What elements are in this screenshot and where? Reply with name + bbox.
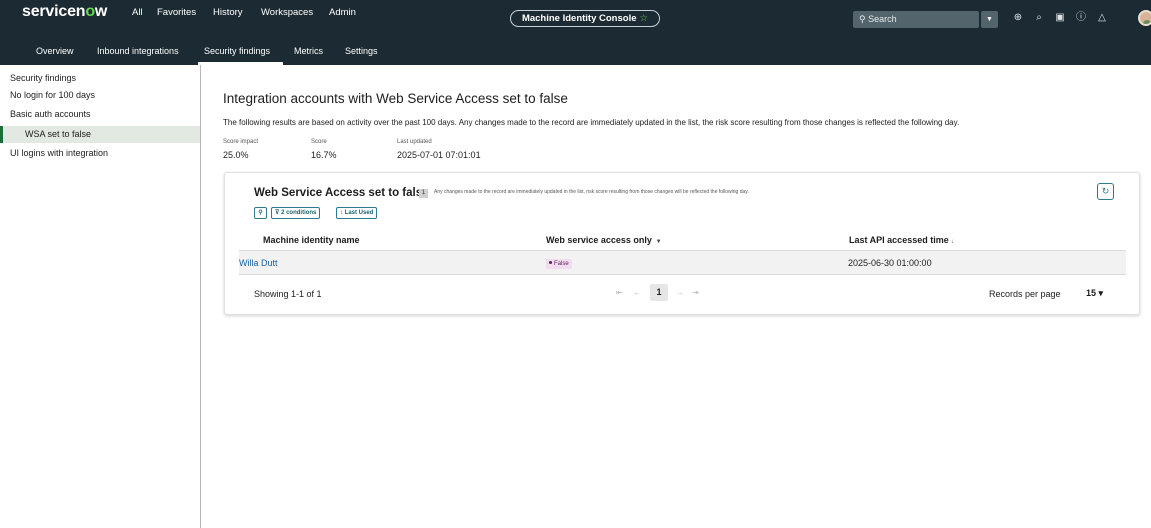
favorite-star-icon[interactable]: ☆ [640, 13, 649, 24]
announcements-icon[interactable]: ▣ [1054, 12, 1066, 24]
filter-conditions-button[interactable]: ⊽ 2 conditions [271, 207, 321, 219]
chat-icon[interactable]: ⌕ [1033, 12, 1045, 24]
next-page-icon[interactable]: → [676, 288, 684, 297]
sidebar-item-basic-auth-accounts[interactable]: Basic auth accounts [0, 106, 200, 123]
servicenow-logo[interactable]: servicenow [22, 3, 107, 21]
pagination-summary: Showing 1-1 of 1 [254, 289, 322, 299]
card-title: Web Service Access set to false [254, 187, 429, 199]
sidebar: Security findings No login for 100 days … [0, 65, 201, 528]
record-count-badge: 1 [419, 189, 428, 198]
filter-applied-icon: ▼ [653, 239, 662, 245]
card-note: Any changes made to the record are immed… [434, 189, 749, 195]
global-search-input[interactable]: ⚲ Search [853, 11, 979, 28]
tab-inbound-integrations[interactable]: Inbound integrations [97, 46, 179, 56]
globe-icon[interactable]: ⊕ [1012, 12, 1024, 24]
stat-score-label: Score [311, 139, 327, 145]
column-header-machine-identity-name[interactable]: Machine identity name [263, 235, 360, 245]
stat-last-updated-label: Last updated [397, 139, 432, 145]
active-tab-indicator [198, 62, 283, 65]
machine-identity-link[interactable]: Willa Dutt [239, 258, 278, 268]
sort-label: Last Used [344, 210, 374, 216]
sidebar-item-ui-logins-with-integration[interactable]: UI logins with integration [0, 145, 200, 162]
tab-metrics[interactable]: Metrics [294, 46, 323, 56]
sort-descending-icon: ↓ [950, 239, 954, 245]
column-header-label: Last API accessed time [849, 235, 949, 245]
tab-overview[interactable]: Overview [36, 46, 74, 56]
filter-conditions-label: 2 conditions [281, 210, 317, 216]
stat-last-updated-value: 2025-07-01 07:01:01 [397, 150, 481, 160]
records-per-page-value: 15 [1086, 288, 1097, 298]
user-avatar[interactable] [1138, 10, 1151, 26]
search-icon: ⚲ [258, 210, 263, 216]
nav-workspaces[interactable]: Workspaces [261, 7, 313, 18]
refresh-icon: ↻ [1101, 186, 1110, 196]
last-page-icon[interactable]: ⇥ [692, 288, 699, 297]
table-header: Machine identity name Web service access… [239, 229, 1126, 251]
sort-button[interactable]: ↕ Last Used [336, 207, 378, 219]
column-header-label: Web service access only [546, 235, 652, 245]
last-api-accessed-value: 2025-06-30 01:00:00 [848, 258, 932, 268]
search-placeholder: Search [868, 14, 897, 24]
console-title-pill[interactable]: Machine Identity Console ☆ [510, 10, 660, 27]
help-icon[interactable]: ⓘ [1075, 12, 1087, 24]
column-header-last-api-accessed-time[interactable]: Last API accessed time ↓ [849, 235, 954, 245]
sidebar-item-no-login-100-days[interactable]: No login for 100 days [0, 87, 200, 104]
chevron-down-icon: ▾ [1096, 288, 1104, 298]
refresh-button[interactable]: ↻ [1097, 183, 1114, 200]
sidebar-item-wsa-set-to-false[interactable]: WSA set to false [0, 126, 200, 143]
wsa-status-badge: False [546, 259, 572, 269]
column-header-web-service-access-only[interactable]: Web service access only ▼ [546, 235, 662, 245]
current-page-button[interactable]: 1 [650, 284, 668, 301]
sidebar-item-security-findings[interactable]: Security findings [0, 70, 200, 87]
stat-score-value: 16.7% [311, 150, 337, 160]
page-description: The following results are based on activ… [223, 118, 960, 127]
search-scope-dropdown[interactable]: ▼ [981, 11, 998, 28]
previous-page-icon[interactable]: ← [633, 288, 641, 297]
first-page-icon[interactable]: ⇤ [616, 288, 623, 297]
table-row: Willa Dutt False 2025-06-30 01:00:00 [239, 251, 1126, 275]
nav-all[interactable]: All [132, 7, 143, 18]
nav-favorites[interactable]: Favorites [157, 7, 196, 18]
notifications-bell-icon[interactable]: △ [1096, 12, 1108, 24]
console-title: Machine Identity Console [521, 13, 637, 24]
page-title: Integration accounts with Web Service Ac… [223, 91, 568, 106]
status-dot-icon [549, 260, 552, 264]
nav-history[interactable]: History [213, 7, 243, 18]
tab-security-findings[interactable]: Security findings [204, 46, 270, 56]
stat-score-impact-value: 25.0% [223, 150, 249, 160]
search-icon: ⚲ [859, 14, 866, 24]
stat-score-impact-label: Score impact [223, 139, 259, 145]
records-per-page-select[interactable]: 15 ▾ [1086, 288, 1103, 299]
wsa-status-label: False [554, 261, 569, 267]
findings-card: Web Service Access set to false 1 Any ch… [224, 172, 1140, 315]
tab-settings[interactable]: Settings [345, 46, 378, 56]
search-list-button[interactable]: ⚲ [254, 207, 267, 219]
nav-admin[interactable]: Admin [329, 7, 356, 18]
records-per-page-label: Records per page [989, 289, 1061, 299]
